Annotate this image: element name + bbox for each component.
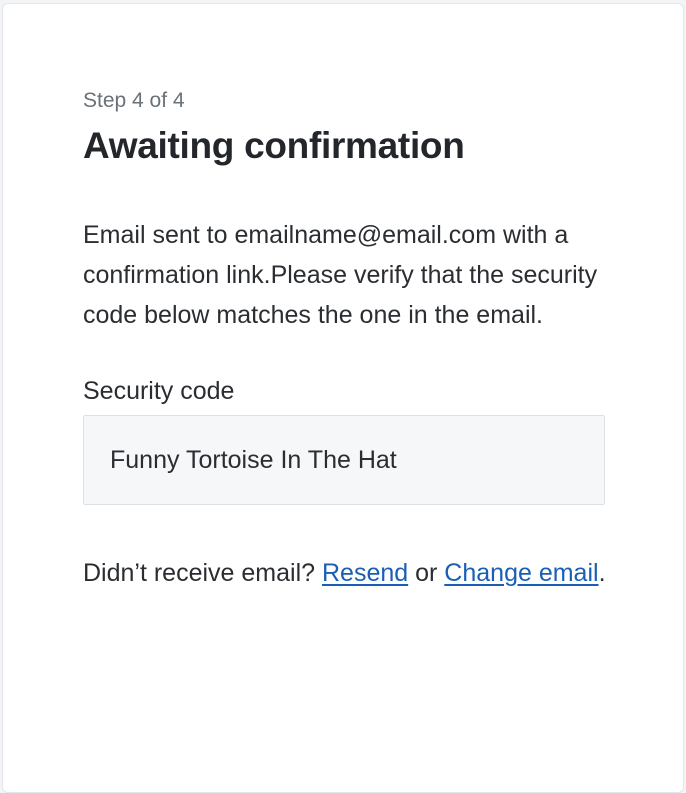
security-code-field: Funny Tortoise In The Hat	[83, 415, 605, 505]
card-content: Step 4 of 4 Awaiting confirmation Email …	[83, 88, 607, 593]
footer-or-text: or	[408, 559, 445, 587]
confirmation-message: Email sent to emailname@email.com with a…	[83, 221, 598, 329]
footer-end-punct: .	[598, 559, 606, 587]
change-email-link[interactable]: Change email	[444, 559, 598, 587]
page-title: Awaiting confirmation	[83, 125, 465, 166]
footer-prompt: Didn’t receive email?	[83, 559, 322, 587]
step-indicator: Step 4 of 4	[83, 89, 185, 112]
resend-footer: Didn’t receive email? Resend or Change e…	[83, 553, 607, 593]
security-code-value: Funny Tortoise In The Hat	[110, 445, 397, 474]
security-code-label: Security code	[83, 377, 235, 405]
confirmation-card: Step 4 of 4 Awaiting confirmation Email …	[2, 3, 684, 793]
resend-link[interactable]: Resend	[322, 559, 408, 587]
